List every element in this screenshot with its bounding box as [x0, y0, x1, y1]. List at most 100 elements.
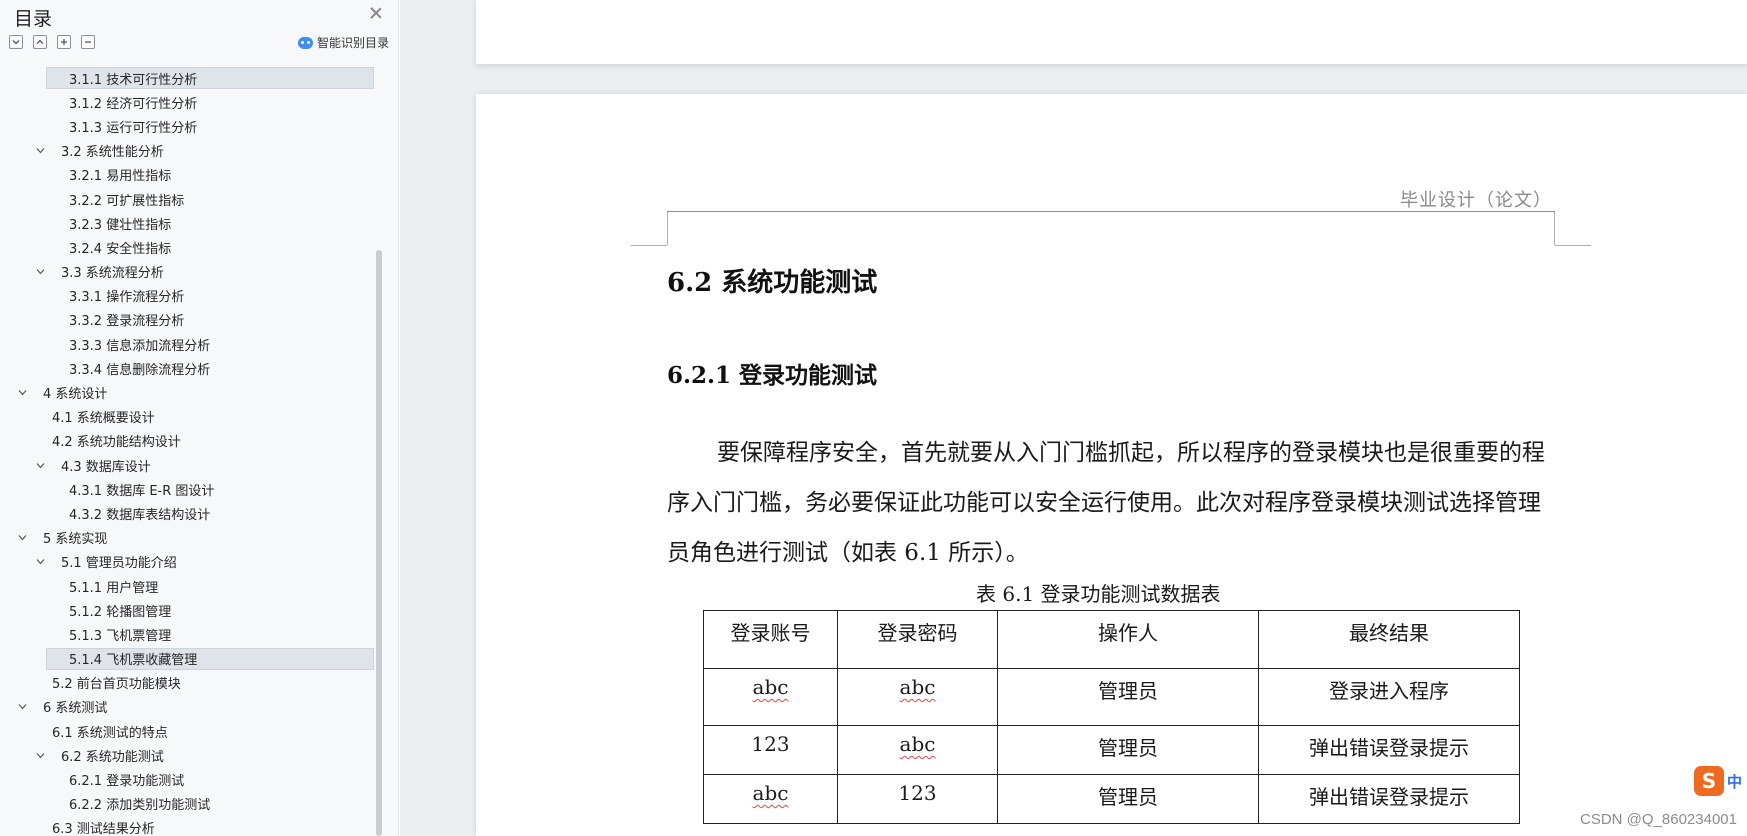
toc-item-label: 3.1.1 技术可行性分析: [69, 72, 198, 88]
table-header-cell: 登录密码: [837, 610, 998, 669]
toc-item[interactable]: 3.3.2 登录流程分析: [0, 308, 378, 332]
toc-item[interactable]: 5.1.2 轮播图管理: [0, 598, 378, 622]
toc-item-label: 5.1.4 飞机票收藏管理: [69, 653, 198, 669]
chevron-down-icon[interactable]: [36, 267, 45, 276]
toc-item[interactable]: 5.1.3 飞机票管理: [0, 622, 378, 646]
chevron-down-icon[interactable]: [18, 702, 27, 711]
toc-item[interactable]: 3.3.1 操作流程分析: [0, 284, 378, 308]
toc-list: 3.1.1 技术可行性分析 3.1.2 经济可行性分析 3.1.3 运行可行性分析 3…: [0, 66, 378, 836]
toc-item-label: 3.2.1 易用性指标: [69, 169, 172, 185]
toc-item[interactable]: 3.3.4 信息删除流程分析: [0, 356, 378, 380]
toc-item[interactable]: 4 系统设计: [0, 380, 378, 404]
table-header-cell: 操作人: [997, 610, 1259, 669]
toc-item[interactable]: 4.3 数据库设计: [0, 453, 378, 477]
toc-item[interactable]: 5.1.4 飞机票收藏管理: [0, 647, 378, 671]
toc-item[interactable]: 6.3 测试结果分析: [0, 816, 378, 836]
toc-item-label: 3.2.4 安全性指标: [69, 241, 172, 257]
page-header-rule: [667, 211, 1555, 212]
toc-item[interactable]: 4.1 系统概要设计: [0, 405, 378, 429]
toc-item-label: 3.2 系统性能分析: [61, 145, 164, 161]
sogou-icon: S: [1694, 766, 1724, 796]
toc-item-label: 4.3.1 数据库 E-R 图设计: [69, 483, 215, 499]
toc-item[interactable]: 5.1.1 用户管理: [0, 574, 378, 598]
toc-item-label: 6.2.1 登录功能测试: [69, 774, 185, 790]
toc-item[interactable]: 5.2 前台首页功能模块: [0, 671, 378, 695]
table-cell: abc: [837, 725, 998, 775]
toc-item-label: 6.2 系统功能测试: [61, 749, 164, 765]
previous-page: [476, 0, 1747, 64]
ime-indicator[interactable]: S 中: [1694, 765, 1747, 797]
toc-item[interactable]: 4.3.1 数据库 E-R 图设计: [0, 477, 378, 501]
toc-item[interactable]: 6 系统测试: [0, 695, 378, 719]
toc-item-label: 5.1.1 用户管理: [69, 580, 159, 596]
toc-item[interactable]: 3.3.3 信息添加流程分析: [0, 332, 378, 356]
toc-item[interactable]: 6.2 系统功能测试: [0, 743, 378, 767]
toc-item-label: 6 系统测试: [43, 701, 108, 717]
expand-one-icon[interactable]: [57, 35, 71, 49]
table-row: abc abc 管理员 登录进入程序: [703, 668, 1520, 726]
chevron-down-icon[interactable]: [36, 557, 45, 566]
collapse-one-icon[interactable]: [81, 35, 95, 49]
section-heading: 6.2 系统功能测试: [667, 268, 878, 298]
crop-mark-right-v: [1554, 211, 1555, 245]
toc-title: 目录: [14, 8, 53, 30]
chevron-down-icon[interactable]: [18, 388, 27, 397]
toc-item-label: 3.1.3 运行可行性分析: [69, 120, 198, 136]
toc-item-label: 3.2.2 可扩展性指标: [69, 193, 185, 209]
expand-all-icon[interactable]: [33, 35, 47, 49]
toc-sidebar: 目录 智能识别目录 3.1.1 技术可行性分析 3.1.2 经济可行性分析 3.1.…: [0, 0, 399, 836]
cell-text: abc: [752, 675, 789, 699]
chevron-down-icon[interactable]: [36, 146, 45, 155]
toc-item-label: 4.3.2 数据库表结构设计: [69, 507, 211, 523]
toc-item-label: 4.1 系统概要设计: [52, 411, 155, 427]
smart-toc-button[interactable]: 智能识别目录: [297, 34, 389, 51]
table-cell: 123: [837, 774, 998, 824]
sidebar-scrollbar[interactable]: [376, 250, 382, 836]
crop-mark-right-h: [1555, 245, 1591, 246]
table-header-row: 登录账号 登录密码 操作人 最终结果: [703, 610, 1520, 669]
toc-item[interactable]: 3.3 系统流程分析: [0, 260, 378, 284]
toc-item[interactable]: 3.2.4 安全性指标: [0, 235, 378, 259]
close-icon[interactable]: [368, 5, 384, 21]
toc-item[interactable]: 3.1.3 运行可行性分析: [0, 114, 378, 138]
toc-item-label: 4.3 数据库设计: [61, 459, 151, 475]
table-caption: 表 6.1 登录功能测试数据表: [976, 582, 1221, 606]
toc-item[interactable]: 6.2.2 添加类别功能测试: [0, 792, 378, 816]
table-header-cell: 最终结果: [1258, 610, 1520, 669]
toc-item[interactable]: 4.3.2 数据库表结构设计: [0, 501, 378, 525]
toc-item-label: 3.3.4 信息删除流程分析: [69, 362, 211, 378]
chevron-down-icon[interactable]: [36, 461, 45, 470]
body-paragraph: 要保障程序安全，首先就要从入门门槛抓起，所以程序的登录模块也是很重要的程序入门门…: [667, 440, 1545, 566]
collapse-all-icon[interactable]: [9, 35, 23, 49]
toc-item[interactable]: 3.1.1 技术可行性分析: [0, 66, 378, 90]
table-cell: abc: [703, 668, 838, 726]
crop-mark-left-v: [667, 211, 668, 245]
toc-item[interactable]: 5.1 管理员功能介绍: [0, 550, 378, 574]
table-cell: 管理员: [997, 725, 1259, 775]
table-cell: 弹出错误登录提示: [1258, 725, 1520, 775]
toc-item[interactable]: 3.2.3 健壮性指标: [0, 211, 378, 235]
toc-item-label: 5 系统实现: [43, 532, 108, 548]
toc-item[interactable]: 3.2 系统性能分析: [0, 139, 378, 163]
crop-mark-left-h: [631, 245, 667, 246]
watermark: CSDN @Q_860234001: [1580, 811, 1737, 828]
smart-toc-label: 智能识别目录: [316, 36, 389, 50]
table-header-cell: 登录账号: [703, 610, 838, 669]
toc-item[interactable]: 3.2.2 可扩展性指标: [0, 187, 378, 211]
toc-item-label: 5.1.3 飞机票管理: [69, 628, 172, 644]
toc-item[interactable]: 6.2.1 登录功能测试: [0, 767, 378, 791]
cell-text: abc: [899, 732, 936, 756]
toc-toolbar: [9, 35, 95, 49]
toc-item[interactable]: 3.1.2 经济可行性分析: [0, 90, 378, 114]
chevron-down-icon[interactable]: [18, 533, 27, 542]
chevron-down-icon[interactable]: [36, 751, 45, 760]
toc-item[interactable]: 4.2 系统功能结构设计: [0, 429, 378, 453]
toc-item[interactable]: 5 系统实现: [0, 526, 378, 550]
toc-item-label: 6.3 测试结果分析: [52, 822, 155, 836]
toc-item[interactable]: 6.1 系统测试的特点: [0, 719, 378, 743]
table-cell: 123: [703, 725, 838, 775]
toc-item-label: 3.3.3 信息添加流程分析: [69, 338, 211, 354]
toc-item-label: 5.1.2 轮播图管理: [69, 604, 172, 620]
toc-item-label: 3.2.3 健壮性指标: [69, 217, 172, 233]
toc-item[interactable]: 3.2.1 易用性指标: [0, 163, 378, 187]
